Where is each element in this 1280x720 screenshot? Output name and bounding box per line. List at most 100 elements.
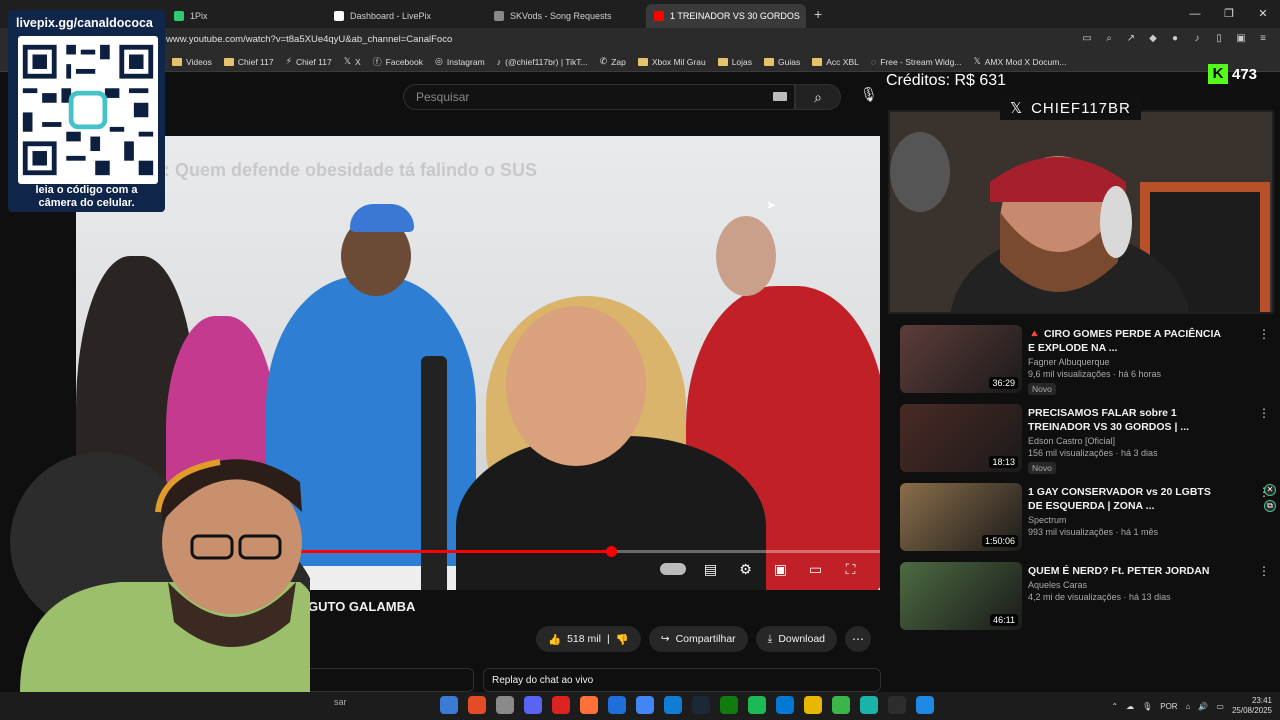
video-title[interactable]: 1 GAY CONSERVADOR vs 20 LGBTS DE ESQUERD…: [1028, 485, 1228, 513]
channel-name[interactable]: Spectrum: [1028, 515, 1228, 525]
progress-bar[interactable]: [240, 546, 880, 557]
network-icon[interactable]: ⌂: [1186, 702, 1191, 711]
new-tab-button[interactable]: +: [806, 6, 830, 22]
browser-tab[interactable]: 1 TREINADOR VS 30 GORDOS✕: [646, 4, 806, 28]
menu-icon[interactable]: ≡: [1256, 32, 1270, 46]
autoplay-toggle[interactable]: [660, 563, 686, 575]
volume-icon[interactable]: 🔊: [1198, 702, 1208, 711]
video-title[interactable]: QUEM É NERD? Ft. PETER JORDAN: [1028, 564, 1228, 578]
taskbar-app-icon[interactable]: [720, 696, 738, 714]
taskbar-app-icon[interactable]: [608, 696, 626, 714]
sidebar-icon[interactable]: ▯: [1212, 32, 1226, 46]
bookmark-item[interactable]: Acc XBL: [812, 57, 859, 67]
channel-name[interactable]: Fagner Albuquerque: [1028, 357, 1228, 367]
channel-name[interactable]: Edson Castro [Oficial]: [1028, 436, 1228, 446]
maximize-button[interactable]: ❐: [1212, 0, 1246, 28]
browser-tab[interactable]: 1Pix: [166, 4, 326, 28]
browser-tab[interactable]: Dashboard - LivePix: [326, 4, 486, 28]
search-button[interactable]: ⌕: [795, 84, 841, 110]
keyboard-icon[interactable]: [773, 92, 787, 101]
taskbar-app-icon[interactable]: [440, 696, 458, 714]
screen: Streamer.Kick Dashboard1PixDashboard - L…: [0, 0, 1280, 720]
taskbar-app-icon[interactable]: [524, 696, 542, 714]
taskbar-app-icon[interactable]: [776, 696, 794, 714]
subtitles-icon[interactable]: ▤: [700, 560, 721, 578]
bookmark-item[interactable]: ✆ Zap: [600, 56, 626, 67]
thumbs-down-icon[interactable]: 👎: [616, 633, 629, 646]
taskbar-app-icon[interactable]: [748, 696, 766, 714]
clock[interactable]: 23:41 25/08/2025: [1232, 696, 1272, 716]
recommended-video[interactable]: 1:50:06 1 GAY CONSERVADOR vs 20 LGBTS DE …: [900, 483, 1270, 551]
more-options-icon[interactable]: ⋮: [1258, 564, 1270, 578]
miniplayer-icon[interactable]: ▣: [770, 560, 791, 578]
extension-icon[interactable]: ◆: [1146, 32, 1160, 46]
browser-tab[interactable]: SKVods - Song Requests: [486, 4, 646, 28]
taskbar-app-icon[interactable]: [552, 696, 570, 714]
streamer-webcam: [0, 452, 310, 692]
bookmark-item[interactable]: 𝕏 AMX Mod X Docum...: [973, 56, 1066, 67]
install-icon[interactable]: ▭: [1080, 32, 1094, 46]
taskbar-app-icon[interactable]: [580, 696, 598, 714]
taskbar-app-icon[interactable]: [832, 696, 850, 714]
taskbar-app-icon[interactable]: [496, 696, 514, 714]
search-input[interactable]: Pesquisar: [403, 84, 795, 110]
more-actions-icon[interactable]: ⋯: [845, 626, 872, 652]
taskbar-app-icon[interactable]: [860, 696, 878, 714]
video-thumbnail[interactable]: 46:11: [900, 562, 1022, 630]
like-button[interactable]: 👍 518 mil | 👎: [536, 626, 641, 652]
bookmark-item[interactable]: ◌ Free - Stream Widg...: [871, 57, 962, 67]
url-field[interactable]: www.youtube.com/watch?v=t8a5XUe4qyU&ab_c…: [166, 34, 452, 45]
language-indicator[interactable]: POR: [1160, 702, 1177, 711]
cloud-icon[interactable]: ☁: [1126, 702, 1134, 711]
download-button[interactable]: ⤓ Download: [755, 626, 838, 652]
channel-name[interactable]: Aqueles Caras: [1028, 580, 1228, 590]
bookmark-item[interactable]: ⚡ Chief 117: [286, 56, 332, 67]
bookmark-item[interactable]: 𝕏X: [344, 56, 361, 67]
share-button[interactable]: ↪ Compartilhar: [648, 626, 748, 652]
theater-mode-icon[interactable]: ▭: [805, 560, 826, 578]
video-title[interactable]: PRECISAMOS FALAR sobre 1 TREINADOR VS 30…: [1028, 406, 1228, 434]
taskbar-app-icon[interactable]: [888, 696, 906, 714]
more-options-icon[interactable]: ⋮: [1258, 406, 1270, 420]
video-thumbnail[interactable]: 18:13: [900, 404, 1022, 472]
taskbar-app-icon[interactable]: [804, 696, 822, 714]
bookmark-item[interactable]: Videos: [172, 57, 212, 67]
bookmark-item[interactable]: ♪ (@chief117br) | TikT...: [497, 57, 588, 67]
taskbar-app-icon[interactable]: [636, 696, 654, 714]
recommended-video[interactable]: 18:13 PRECISAMOS FALAR sobre 1 TREINADOR …: [900, 404, 1270, 474]
more-options-icon[interactable]: ⋮: [1258, 327, 1270, 341]
taskbar-app-icon[interactable]: [468, 696, 486, 714]
taskbar-app-icon[interactable]: [916, 696, 934, 714]
bookmark-item[interactable]: ◎ Instagram: [435, 56, 485, 67]
taskbar-app-icon[interactable]: [692, 696, 710, 714]
tray-chevron-icon[interactable]: ⌃: [1111, 702, 1118, 711]
profile-icon[interactable]: ●: [1168, 32, 1182, 46]
recommended-video[interactable]: 46:11 QUEM É NERD? Ft. PETER JORDAN Aquele…: [900, 562, 1270, 630]
video-thumbnail[interactable]: 1:50:06: [900, 483, 1022, 551]
recommended-video[interactable]: 36:29 🔺 CIRO GOMES PERDE A PACIÊNCIA E EX…: [900, 325, 1270, 395]
copy-small-icon[interactable]: ⧉: [1264, 500, 1276, 512]
bookmark-item[interactable]: Xbox Mil Grau: [637, 57, 706, 67]
zoom-icon[interactable]: ⌕: [1102, 32, 1116, 46]
music-icon[interactable]: ♪: [1190, 32, 1204, 46]
fullscreen-icon[interactable]: ⛶: [840, 560, 861, 578]
bookmark-item[interactable]: Chief 117: [223, 57, 274, 67]
taskbar-app-icon[interactable]: [664, 696, 682, 714]
chat-replay-panel[interactable]: Replay do chat ao vivo: [483, 668, 881, 692]
bookmark-item[interactable]: ⓕ Facebook: [373, 55, 423, 68]
close-small-icon[interactable]: ✕: [1264, 484, 1276, 496]
settings-gear-icon[interactable]: ⚙: [735, 560, 756, 578]
video-thumbnail[interactable]: 36:29: [900, 325, 1022, 393]
share-icon[interactable]: ↗: [1124, 32, 1138, 46]
minimize-button[interactable]: —: [1178, 0, 1212, 28]
mic-tray-icon[interactable]: 🎙: [1142, 702, 1152, 711]
description-box[interactable]: [300, 668, 474, 692]
bookmark-item[interactable]: Lojas: [717, 57, 752, 67]
bookmark-item[interactable]: Guias: [764, 57, 800, 67]
wallet-icon[interactable]: ▣: [1234, 32, 1248, 46]
close-window-button[interactable]: ✕: [1246, 0, 1280, 28]
video-title[interactable]: 🔺 CIRO GOMES PERDE A PACIÊNCIA E EXPLODE…: [1028, 327, 1228, 355]
taskbar-search-input[interactable]: sar: [334, 697, 347, 707]
battery-icon[interactable]: ▭: [1216, 702, 1224, 711]
microphone-icon[interactable]: 🎙: [860, 86, 878, 103]
